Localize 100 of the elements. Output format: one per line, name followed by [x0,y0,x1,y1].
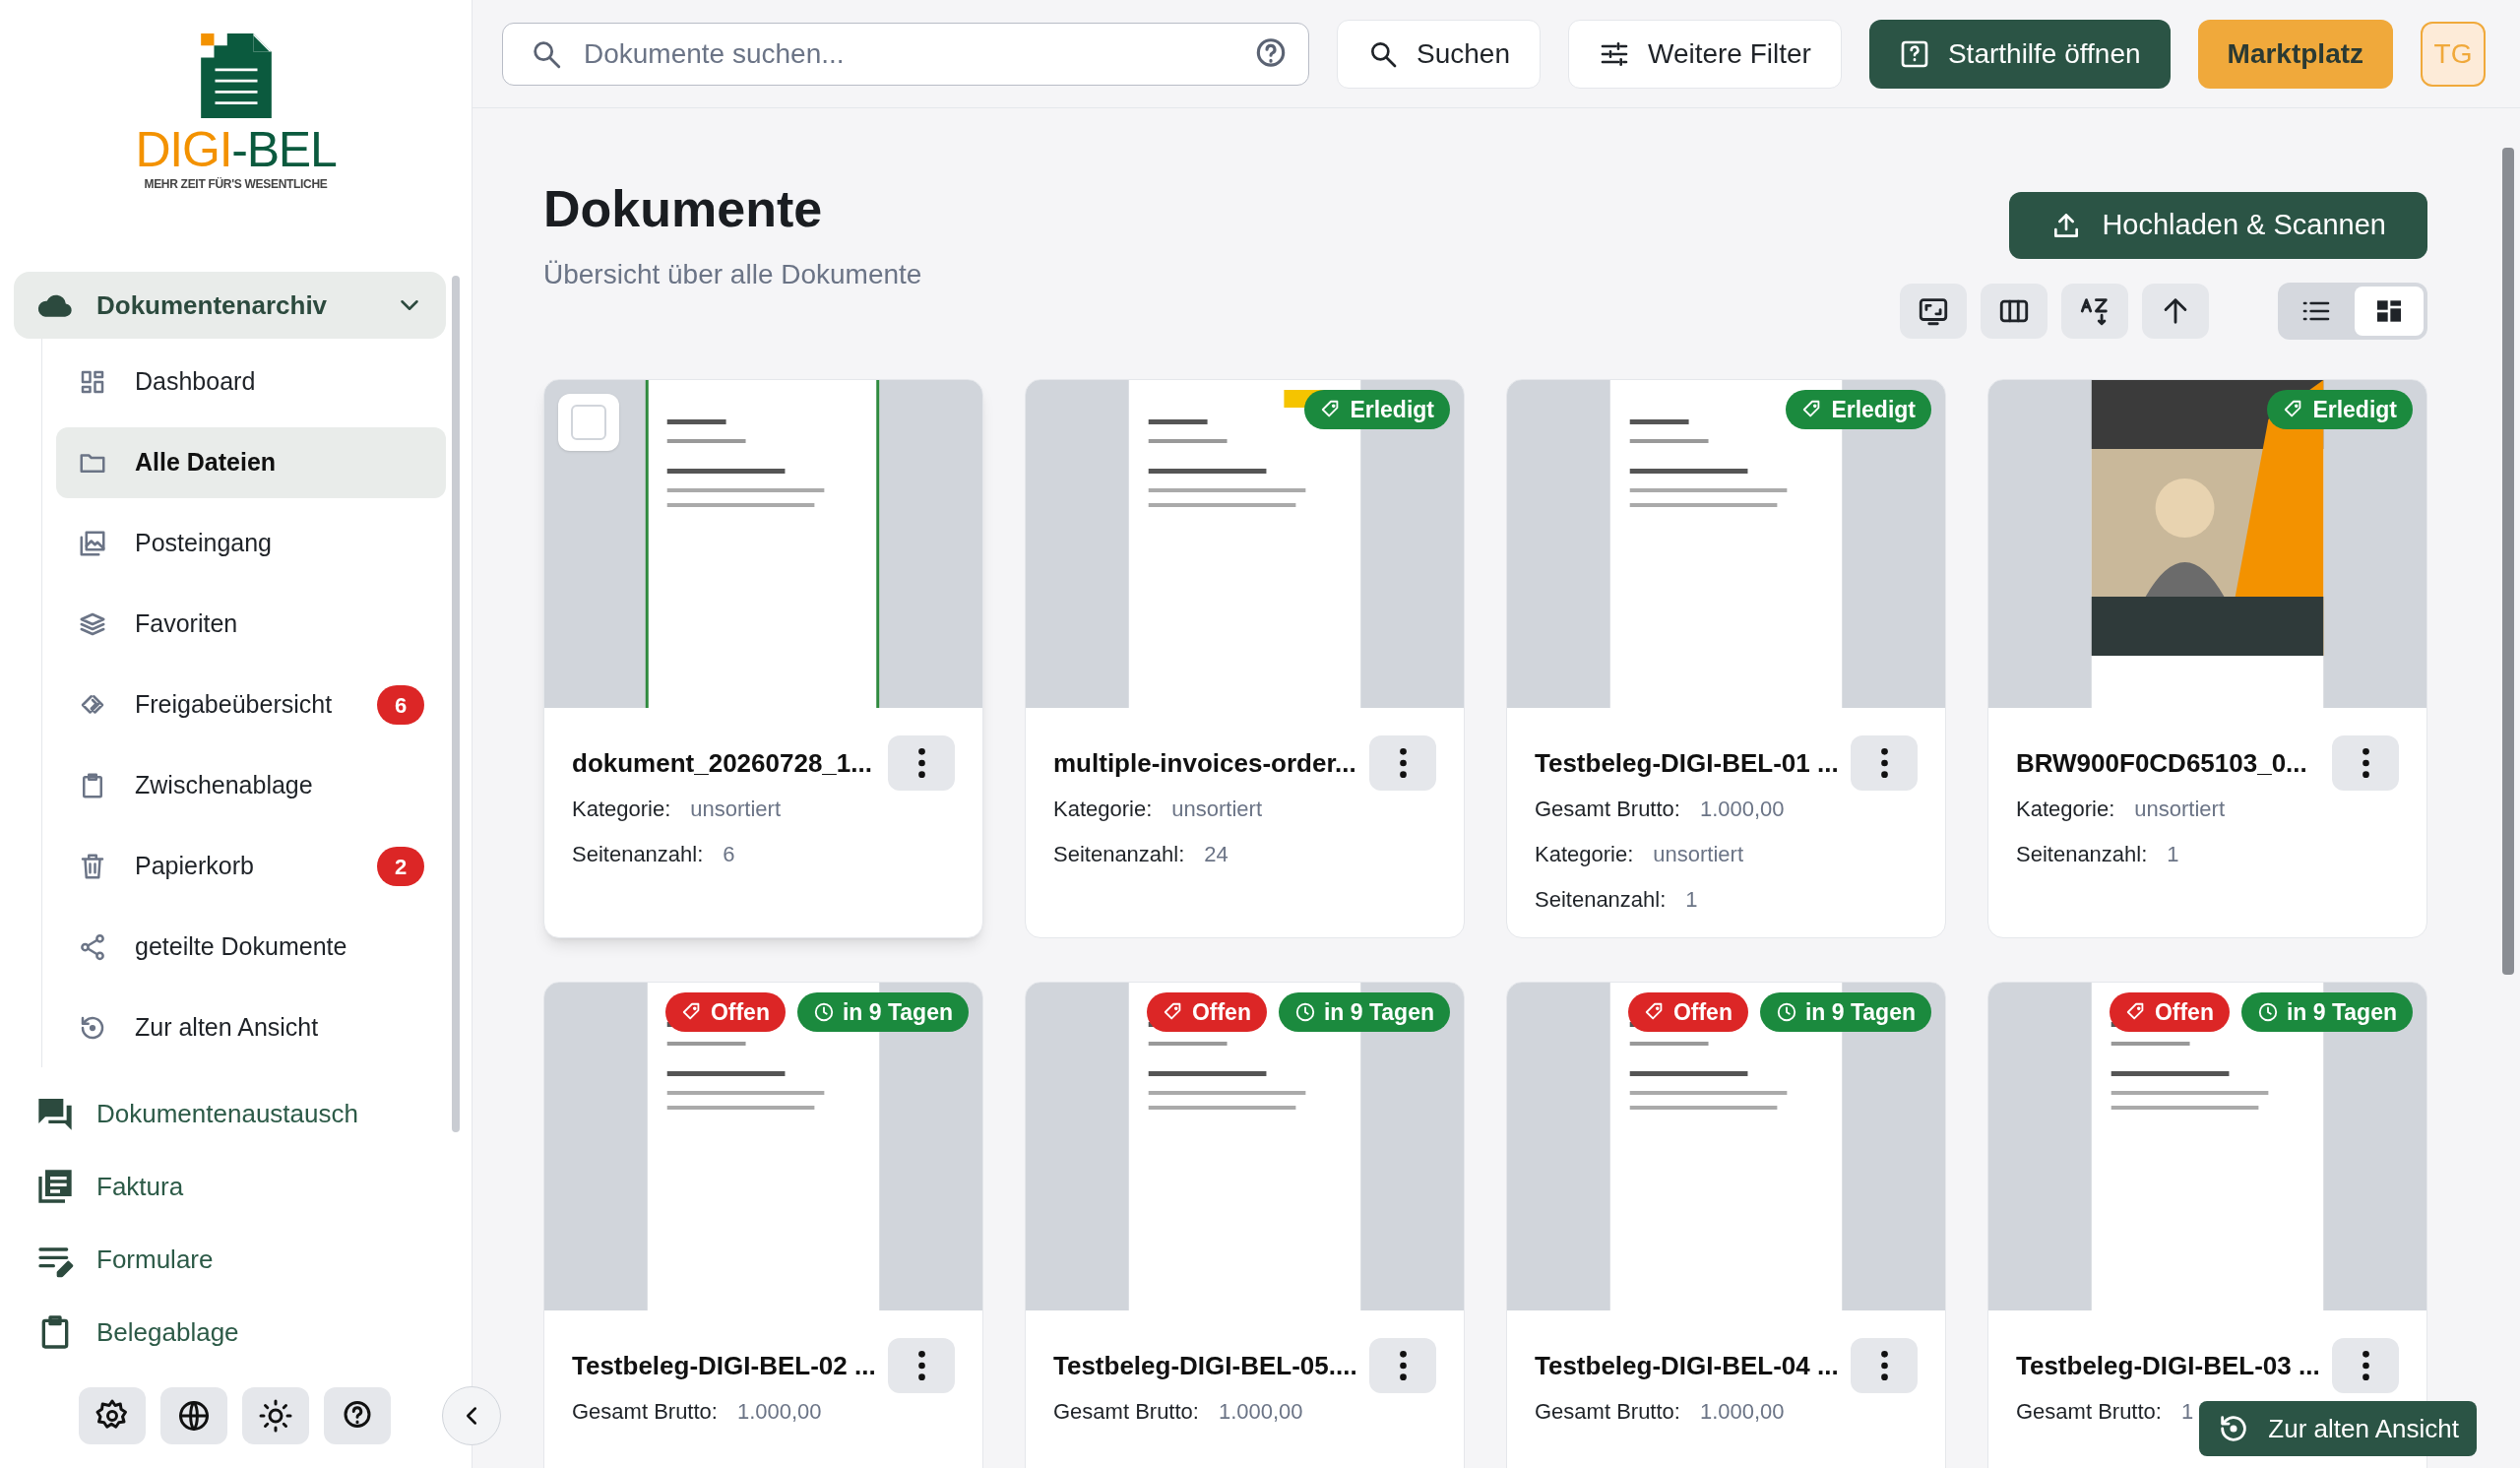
more-button[interactable] [2332,735,2399,791]
nav-group[interactable]: Faktura [14,1150,446,1223]
clock-icon [1293,1001,1316,1023]
field-value: unsortiert [1653,841,1743,868]
status-badge: Offen [1146,992,1267,1032]
field-label: Seitenanzahl: [1535,886,1667,914]
field-label: Kategorie: [572,796,671,823]
help-button[interactable]: Starthilfe öffnen [1868,19,2171,89]
globe-icon [176,1398,212,1434]
more-icon [917,748,925,778]
field-value: 1 [2180,1398,2194,1426]
status-badge: Offen [1627,992,1748,1032]
image-stack-icon [78,529,107,558]
field-value: 1 [1685,886,1698,914]
clock-icon [812,1001,835,1023]
document-title: multiple-invoices-order... [1053,746,1356,780]
grid-view-button[interactable] [2355,287,2424,336]
field-label: Kategorie: [1053,796,1153,823]
document-title: Testbeleg-DIGI-BEL-04 ... [1535,1349,1839,1382]
globe-button[interactable] [160,1387,227,1444]
more-icon [917,1351,925,1380]
search-button[interactable]: Suchen [1337,19,1541,89]
more-button[interactable] [2332,1338,2399,1393]
nav-item[interactable]: Papierkorb 2 [56,831,446,902]
count-badge: 6 [377,685,424,725]
field-value: 1.000,00 [1699,796,1785,823]
more-button[interactable] [1369,1338,1436,1393]
document-title: dokument_20260728_1... [572,746,872,780]
screen-button[interactable] [1900,284,1967,339]
field-value: unsortiert [690,796,781,823]
field-value: 1 [2167,841,2179,868]
document-title: Testbeleg-DIGI-BEL-05.... [1053,1349,1357,1382]
book-icon [35,1167,75,1206]
document-logo-icon [200,33,272,118]
more-button[interactable] [1369,735,1436,791]
status-badge: Offen [2109,992,2230,1032]
document-card[interactable]: Offen in 9 Tagen Testbeleg-DIGI-BEL-05.... Gesamt Brutto: 1.000,00 [1025,982,1465,1468]
document-card[interactable]: Erledigt BRW900F0CD65103_0... Kategorie: unsortiert Seitenanzahl: 1 [1987,379,2427,938]
more-button[interactable] [888,1338,955,1393]
document-title: Testbeleg-DIGI-BEL-03 ... [2016,1349,2320,1382]
filter-button[interactable]: Weitere Filter [1567,19,1842,89]
field-value: 24 [1204,841,1228,868]
nav-item[interactable]: Zur alten Ansicht [56,992,446,1063]
page-subtitle: Übersicht über alle Dokumente [543,258,922,291]
nav-item[interactable]: Favoriten [56,589,446,660]
nav-group[interactable]: Dokumentenarchiv [14,272,446,339]
sun-icon [258,1398,293,1434]
nav-item[interactable]: Freigabeübersicht 6 [56,670,446,740]
document-card[interactable]: Erledigt Testbeleg-DIGI-BEL-01 ... Gesamt Brutto: 1.000,00 Kategorie: unsortiert Seitenanzahl: 1 [1506,379,1946,938]
nav-item[interactable]: Zwischenablage [56,750,446,821]
nav-group[interactable]: Belegablage [14,1296,446,1364]
settings-button[interactable] [79,1387,146,1444]
field-label: Gesamt Brutto: [1535,1398,1680,1426]
sun-button[interactable] [242,1387,309,1444]
field-label: Gesamt Brutto: [1535,796,1680,823]
field-label: Seitenanzahl: [1053,841,1185,868]
marketplace-button[interactable]: Marktplatz [2197,19,2394,89]
field-label: Kategorie: [1535,841,1634,868]
due-badge: in 9 Tagen [1278,992,1450,1032]
nav-item[interactable]: Dashboard [56,347,446,417]
scrollbar[interactable] [452,276,460,1132]
nav-group[interactable]: Dokumentenaustausch [14,1077,446,1150]
help-button[interactable] [324,1387,391,1444]
more-button[interactable] [1851,1338,1918,1393]
count-badge: 2 [377,847,424,886]
document-card[interactable]: Offen in 9 Tagen Testbeleg-DIGI-BEL-02 ... Gesamt Brutto: 1.000,00 [543,982,983,1468]
field-value: 1.000,00 [1699,1398,1785,1426]
scrollbar[interactable] [2502,148,2514,975]
clock-icon [2256,1001,2279,1023]
document-title: BRW900F0CD65103_0... [2016,746,2307,780]
search-field[interactable]: Dokumente suchen... [502,22,1309,86]
due-badge: in 9 Tagen [1759,992,1931,1032]
old-view-button[interactable]: Zur alten Ansicht [2199,1401,2477,1456]
document-card[interactable]: Offen in 9 Tagen Testbeleg-DIGI-BEL-04 ... Gesamt Brutto: 1.000,00 [1506,982,1946,1468]
select-checkbox[interactable] [558,394,619,451]
field-label: Seitenanzahl: [572,841,704,868]
nav-group[interactable]: Formulare [14,1223,446,1296]
page-title: Dokumente [543,179,824,239]
logo-tagline: MEHR ZEIT FÜR'S WESENTLICHE [144,176,328,193]
view-toggle[interactable] [2278,283,2427,340]
arrow-up-button[interactable] [2142,284,2209,339]
upload-button[interactable]: Hochladen & Scannen [2009,192,2427,259]
more-icon [2362,1351,2369,1380]
sort-az-button[interactable] [2061,284,2128,339]
columns-button[interactable] [1981,284,2048,339]
field-value: 1.000,00 [736,1398,822,1426]
document-card[interactable]: Erledigt multiple-invoices-order... Kategorie: unsortiert Seitenanzahl: 24 [1025,379,1465,938]
field-value: 6 [723,841,735,868]
more-button[interactable] [1851,735,1918,791]
field-value: unsortiert [1171,796,1262,823]
nav-item[interactable]: geteilte Dokumente [56,912,446,983]
document-card[interactable]: dokument_20260728_1... Kategorie: unsortiert Seitenanzahl: 6 [543,379,983,938]
nav-item[interactable]: Alle Dateien [56,427,446,498]
field-label: Gesamt Brutto: [2016,1398,2162,1426]
more-icon [1880,748,1888,778]
more-button[interactable] [888,735,955,791]
nav-item[interactable]: Posteingang [56,508,446,579]
field-label: Gesamt Brutto: [1053,1398,1199,1426]
field-value: 1.000,00 [1218,1398,1303,1426]
status-badge: Erledigt [2267,390,2413,429]
